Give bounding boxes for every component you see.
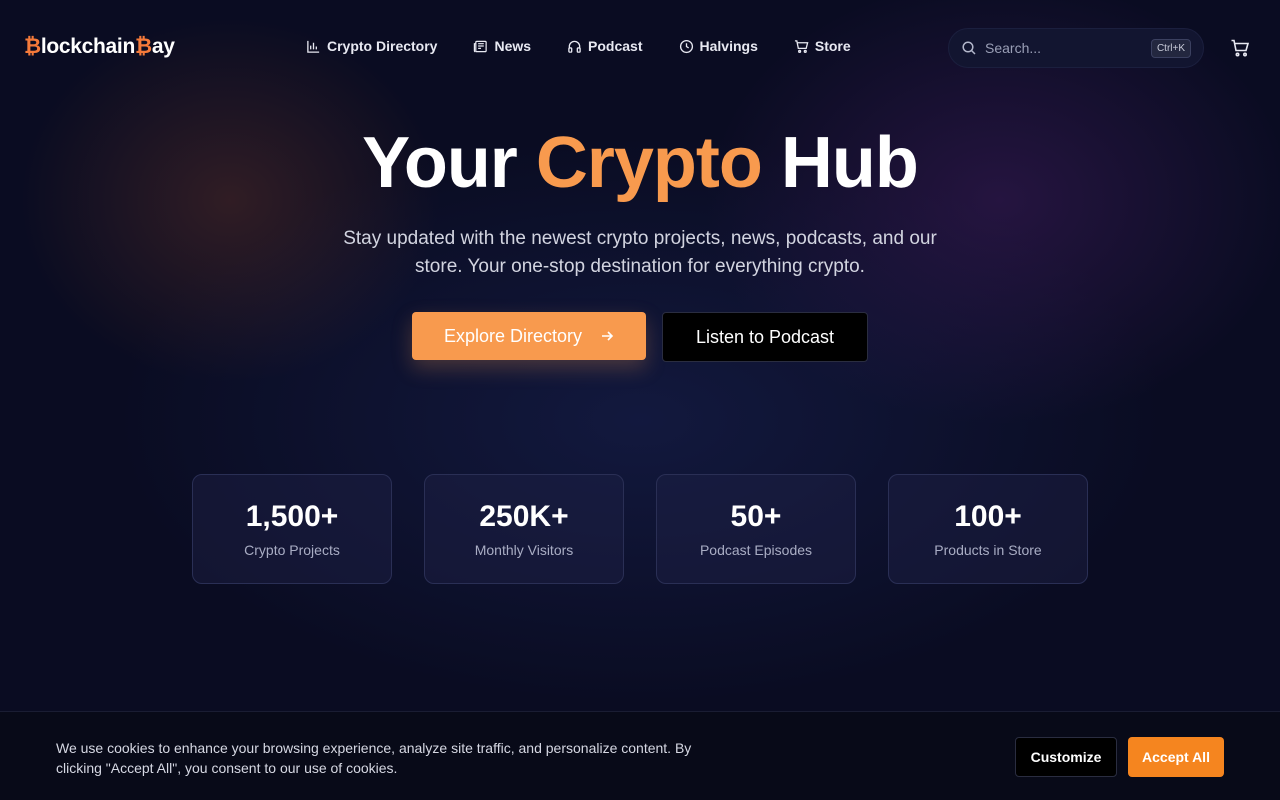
customize-cookies-button[interactable]: Customize [1015,737,1117,777]
hero-title-end: Hub [780,123,919,203]
nav-label: Store [814,38,851,54]
stat-card: 50+ Podcast Episodes [656,474,856,584]
nav-label: Podcast [588,38,643,54]
hero-title-start: Your [362,123,518,203]
cart-icon[interactable] [1230,38,1250,58]
bar-chart-icon [307,40,320,53]
cookie-message: We use cookies to enhance your browsing … [56,740,692,776]
nav-label: Halvings [699,38,758,54]
stat-card: 100+ Products in Store [888,474,1088,584]
nav-podcast[interactable]: Podcast [567,38,643,54]
main-nav: Crypto Directory News Podcast Halvings S… [306,38,851,54]
stat-value: 100+ [954,500,1022,533]
stats-row: 1,500+ Crypto Projects 250K+ Monthly Vis… [192,474,1088,584]
stat-value: 1,500+ [245,500,339,533]
stat-value: 250K+ [479,500,569,533]
bitcoin-b-glyph: ₿ [135,35,152,58]
bitcoin-b-glyph: ₿ [24,35,41,58]
arrow-right-icon [602,331,614,341]
accept-all-cookies-button[interactable]: Accept All [1128,737,1224,777]
stat-card: 1,500+ Crypto Projects [192,474,392,584]
search-input[interactable] [985,40,1145,56]
explore-directory-button[interactable]: Explore Directory [412,312,646,360]
nav-news[interactable]: News [473,38,531,54]
hero-title: Your Crypto Hub [0,122,1280,204]
nav-label: News [494,38,532,54]
brand-text-1: lockchain [40,35,135,58]
search-box[interactable]: Ctrl+K [948,28,1204,68]
newspaper-icon [474,40,488,52]
nav-halvings[interactable]: Halvings [679,38,758,54]
hero-subtitle: Stay updated with the newest crypto proj… [343,228,937,277]
listen-to-podcast-button[interactable]: Listen to Podcast [662,312,868,362]
stat-card: 250K+ Monthly Visitors [424,474,624,584]
button-label: Explore Directory [443,325,583,346]
nav-label: Crypto Directory [327,38,438,54]
hero-title-accent: Crypto [535,123,763,203]
stat-label: Crypto Projects [244,542,340,558]
stat-label: Products in Store [934,542,1042,558]
search-shortcut-badge: Ctrl+K [1150,38,1191,58]
clock-icon [679,39,693,53]
search-icon [962,41,976,55]
stat-label: Podcast Episodes [699,542,813,558]
nav-store[interactable]: Store [794,38,851,54]
headphones-icon [568,40,581,53]
cookie-banner: We use cookies to enhance your browsing … [0,711,1280,800]
stat-value: 50+ [730,500,782,533]
cart-icon [794,39,809,53]
stat-label: Monthly Visitors [474,542,574,558]
top-navbar: ₿ lockchain ₿ ay Crypto Directory News Podc… [0,0,1280,96]
nav-crypto-directory[interactable]: Crypto Directory [306,38,437,54]
brand-text-2: ay [151,35,175,58]
brand-logo[interactable]: ₿ lockchain ₿ ay [24,35,175,59]
